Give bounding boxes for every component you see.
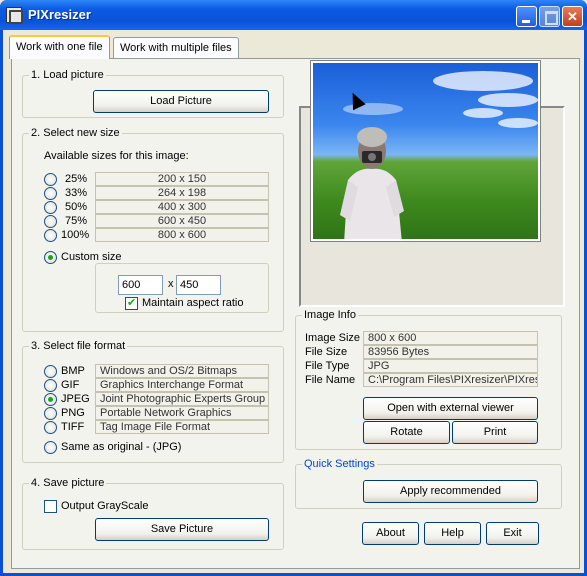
same-as-original-radio[interactable] — [44, 441, 57, 454]
format-png-label: PNG — [61, 407, 85, 419]
size-50-radio[interactable] — [44, 201, 57, 214]
format-jpeg-desc: Joint Photographic Experts Group — [95, 392, 269, 406]
format-tiff-desc: Tag Image File Format — [95, 420, 269, 434]
file-size-key: File Size — [305, 346, 348, 358]
button-label: Exit — [503, 527, 522, 539]
size-100-radio[interactable] — [44, 229, 57, 242]
tab-label: Work with one file — [16, 41, 103, 53]
help-button[interactable]: Help — [424, 522, 481, 545]
format-bmp-label: BMP — [61, 365, 85, 377]
group-legend: 4. Save picture — [29, 477, 107, 489]
format-tiff-label: TIFF — [61, 421, 85, 433]
button-label: About — [376, 527, 405, 539]
button-label: Print — [483, 426, 507, 438]
print-button[interactable]: Print — [452, 421, 538, 444]
custom-width-input[interactable]: 600 — [118, 275, 163, 295]
file-name-key: File Name — [305, 374, 356, 386]
image-info-group: Image Info Image Size 800 x 600 File Siz… — [295, 309, 562, 450]
size-25-dims: 200 x 150 — [95, 172, 269, 186]
file-size-value: 83956 Bytes — [363, 345, 538, 359]
load-picture-group: 1. Load picture Load Picture — [22, 69, 284, 118]
button-label: Load Picture — [150, 95, 212, 107]
custom-size-box: 600 x 450 Maintain aspect ratio — [95, 263, 269, 313]
custom-height-input[interactable]: 450 — [176, 275, 221, 295]
format-bmp-desc: Windows and OS/2 Bitmaps — [95, 364, 269, 378]
format-bmp-radio[interactable] — [44, 365, 57, 378]
format-png-desc: Portable Network Graphics — [95, 406, 269, 420]
group-legend: Image Info — [302, 309, 358, 321]
custom-size-label: Custom size — [61, 251, 122, 263]
file-type-value: JPG — [363, 359, 538, 373]
format-png-radio[interactable] — [44, 407, 57, 420]
image-size-value: 800 x 600 — [363, 331, 538, 345]
rotate-button[interactable]: Rotate — [363, 421, 450, 444]
button-label: Help — [441, 527, 464, 539]
apply-recommended-button[interactable]: Apply recommended — [363, 480, 538, 503]
group-legend: 3. Select file format — [29, 340, 128, 352]
format-tiff-radio[interactable] — [44, 421, 57, 434]
same-as-original-label: Same as original - (JPG) — [61, 441, 182, 453]
save-picture-button[interactable]: Save Picture — [95, 518, 269, 541]
button-label: Open with external viewer — [387, 402, 514, 414]
size-100-dims: 800 x 600 — [95, 228, 269, 242]
format-jpeg-radio[interactable] — [44, 393, 57, 406]
size-75-label: 75% — [65, 215, 88, 227]
select-format-group: 3. Select file format BMP Windows and OS… — [22, 340, 284, 463]
file-type-key: File Type — [305, 360, 350, 372]
grayscale-checkbox[interactable] — [44, 500, 57, 513]
tab-one-file[interactable]: Work with one file — [9, 35, 110, 59]
person-figure — [340, 127, 404, 239]
quick-settings-group: Quick Settings Apply recommended — [295, 458, 562, 509]
app-icon — [6, 7, 23, 24]
size-33-radio[interactable] — [44, 187, 57, 200]
format-jpeg-label: JPEG — [61, 393, 90, 405]
title-bar[interactable]: PIXresizer ✕ — [0, 0, 587, 30]
button-label: Apply recommended — [400, 485, 501, 497]
format-gif-radio[interactable] — [44, 379, 57, 392]
custom-size-radio[interactable] — [44, 251, 57, 264]
group-legend: 1. Load picture — [29, 69, 106, 81]
grayscale-label: Output GrayScale — [61, 500, 149, 512]
format-gif-label: GIF — [61, 379, 80, 391]
button-label: Save Picture — [150, 523, 214, 535]
select-size-group: 2. Select new size Available sizes for t… — [22, 127, 284, 332]
sizes-caption: Available sizes for this image: — [44, 150, 189, 162]
open-external-viewer-button[interactable]: Open with external viewer — [363, 397, 538, 420]
group-legend: 2. Select new size — [29, 127, 122, 139]
image-size-key: Image Size — [305, 332, 361, 344]
size-75-dims: 600 x 450 — [95, 214, 269, 228]
tab-label: Work with multiple files — [120, 42, 232, 54]
maximize-button[interactable] — [539, 6, 560, 27]
window-title: PIXresizer — [28, 7, 91, 22]
button-label: Rotate — [390, 426, 423, 438]
size-33-label: 33% — [65, 187, 88, 199]
size-25-label: 25% — [65, 173, 88, 185]
about-button[interactable]: About — [362, 522, 419, 545]
size-25-radio[interactable] — [44, 173, 57, 186]
tab-multiple-files[interactable]: Work with multiple files — [113, 37, 239, 59]
file-name-value: C:\Program Files\PIXresizer\PIXresiz — [363, 373, 538, 387]
size-50-label: 50% — [65, 201, 88, 213]
preview-image — [310, 60, 541, 242]
size-100-label: 100% — [61, 229, 90, 241]
load-picture-button[interactable]: Load Picture — [93, 90, 269, 113]
maintain-aspect-checkbox[interactable] — [125, 296, 138, 310]
size-75-radio[interactable] — [44, 215, 57, 228]
maintain-aspect-label: Maintain aspect ratio — [142, 297, 244, 309]
exit-button[interactable]: Exit — [486, 522, 539, 545]
save-picture-group: 4. Save picture Output GrayScale Save Pi… — [22, 477, 284, 550]
custom-x-label: x — [168, 278, 174, 290]
group-legend: Quick Settings — [302, 458, 377, 470]
size-33-dims: 264 x 198 — [95, 186, 269, 200]
close-button[interactable]: ✕ — [562, 6, 583, 27]
minimize-button[interactable] — [516, 6, 537, 27]
format-gif-desc: Graphics Interchange Format — [95, 378, 269, 392]
size-50-dims: 400 x 300 — [95, 200, 269, 214]
